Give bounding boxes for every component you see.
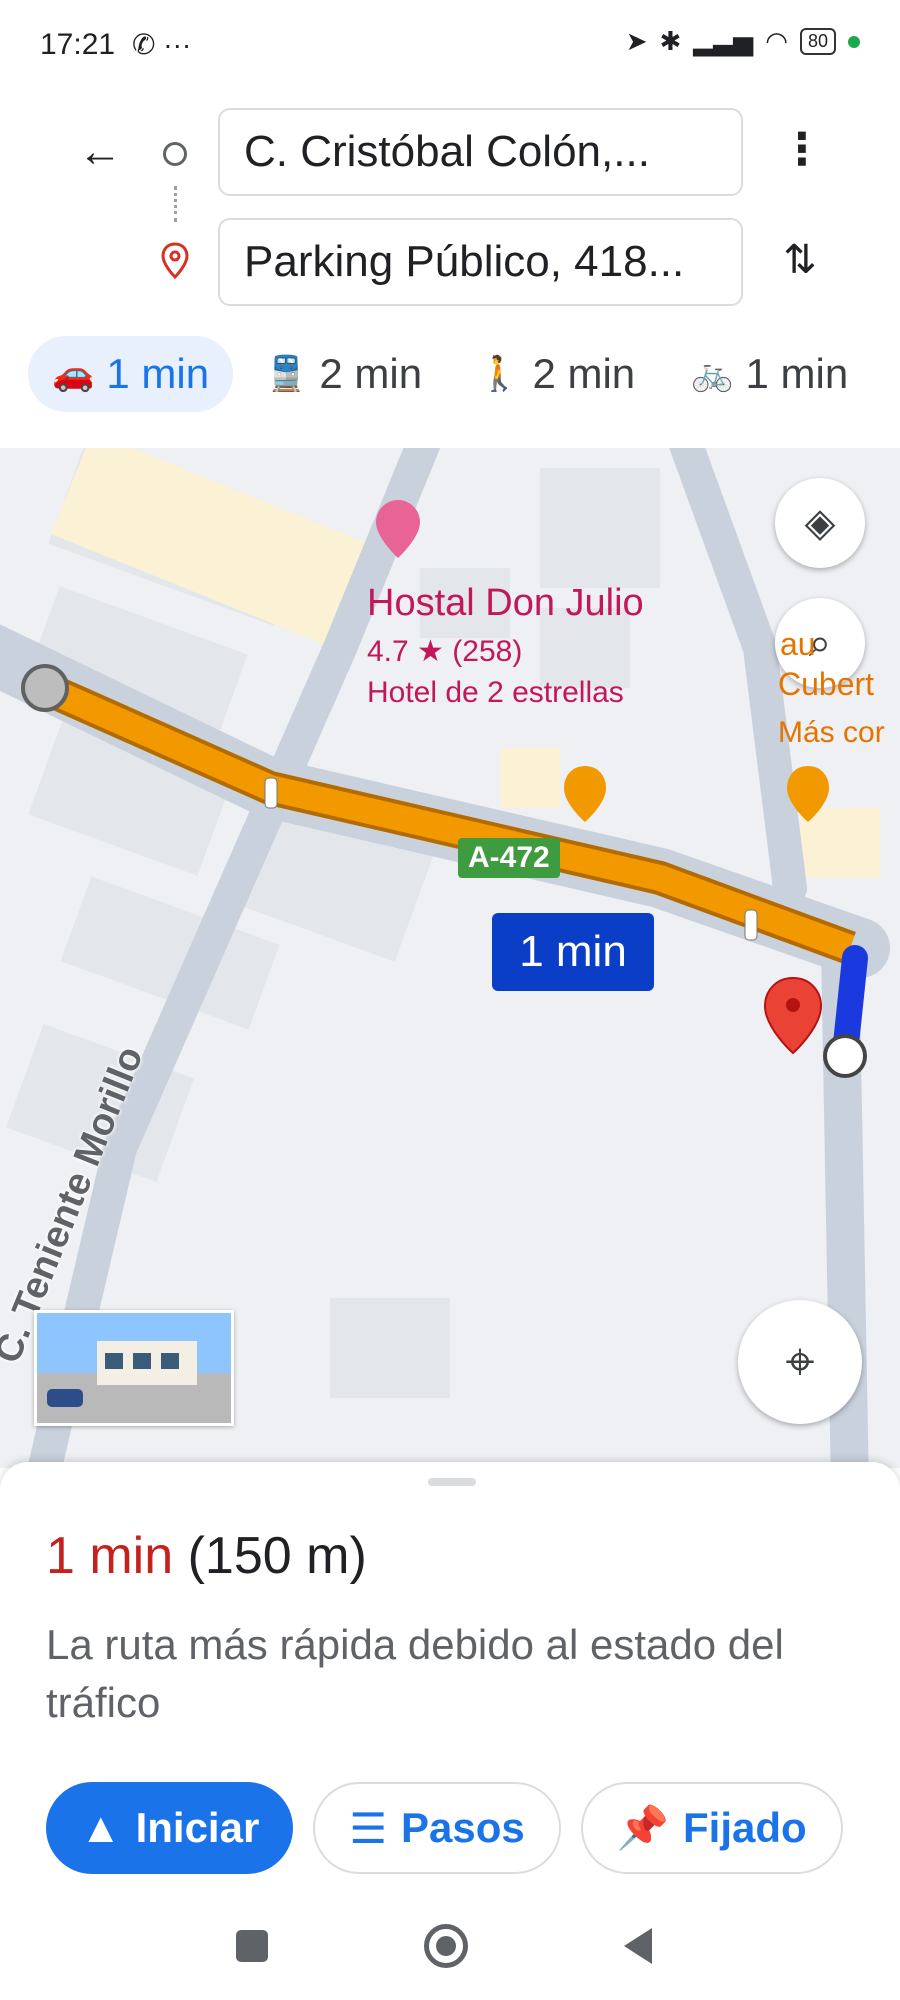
poi-category: Hotel de 2 estrellas [367,676,624,709]
poi-rating: 4.7 ★ (258) [367,635,523,668]
transit-icon: 🚆 [265,355,308,393]
bike-icon: 🚲 [691,355,734,393]
origin-circle-icon [163,142,187,166]
list-icon: ☰ [349,1804,387,1852]
back-triangle-icon[interactable] [624,1928,652,1964]
wifi-icon: ◠ [765,26,788,56]
mode-cycling[interactable]: 🚲 1 min [667,336,872,412]
pin-icon: 📌 [616,1803,670,1851]
route-time-label: 1 min [492,913,654,991]
mode-cycling-label: 1 min [745,350,849,397]
poi-name[interactable]: Hostal Don Julio [367,582,644,625]
car-icon: 🚗 [52,355,95,393]
route-connector [174,186,177,222]
origin-field[interactable]: C. Cristóbal Colón,... [218,108,743,196]
mode-transit[interactable]: 🚆 2 min [241,336,446,412]
swap-icon[interactable]: ⇅ [775,230,825,290]
start-button[interactable]: ▲ Iniciar [46,1782,294,1874]
map-view[interactable]: ◈ ⌕ Hostal Don Julio 4.7 ★ (258) Hotel d… [0,448,900,1468]
destination-pin-icon [161,242,189,280]
battery-icon: 80 [799,28,836,55]
steps-label: Pasos [400,1804,525,1851]
route-summary: 1 min (150 m) [46,1526,367,1586]
road-badge: A-472 [458,838,560,878]
pinned-label: Fijado [683,1804,807,1851]
mode-walking[interactable]: 🚶 2 min [454,336,659,412]
poi-partial-name-1[interactable]: au [780,626,816,663]
system-nav-bar [0,1902,900,2000]
back-arrow-icon[interactable]: ← [70,122,130,182]
location-icon: ➤ [625,26,648,56]
pinned-button[interactable]: 📌 Fijado [580,1782,843,1874]
route-actions: ▲ Iniciar ☰ Pasos 📌 Fijado [46,1782,843,1874]
travel-modes: 🚗 1 min 🚆 2 min 🚶 2 min 🚲 1 min [28,336,888,412]
destination-field[interactable]: Parking Público, 418... [218,218,743,306]
recents-icon[interactable] [236,1930,268,1962]
notification-icons: ✆ ··· [132,29,192,60]
poi-partial-sub: Más cor [778,716,885,749]
home-icon[interactable] [424,1924,468,1968]
status-right-icons: ➤ ✱ ▂▃▅ ◠ 80 [626,26,860,57]
street-view-image [37,1313,231,1423]
drag-handle[interactable] [428,1478,476,1486]
more-options-icon[interactable]: ⋮ [780,122,824,182]
directions-header: ← C. Cristóbal Colón,... Parking Público… [0,90,900,450]
status-bar: 17:21 ✆ ··· ➤ ✱ ▂▃▅ ◠ 80 [0,0,900,90]
signal-icon: ▂▃▅ [693,26,754,56]
bluetooth-icon: ✱ [659,26,682,56]
walk-icon: 🚶 [478,355,521,393]
route-sheet: 1 min (150 m) La ruta más rápida debido … [0,1462,900,1902]
privacy-dot-icon [848,35,860,48]
layers-icon[interactable]: ◈ [775,478,865,568]
street-view-thumbnail[interactable] [34,1310,234,1426]
route-description: La ruta más rápida debido al estado del … [46,1621,784,1726]
navigation-arrow-icon: ▲ [80,1804,122,1851]
mode-walking-label: 2 min [532,350,636,397]
start-label: Iniciar [135,1804,260,1851]
status-time: 17:21 [40,28,116,61]
my-location-icon[interactable]: ⌖ [738,1300,862,1424]
poi-partial-name-2[interactable]: Cubert [778,666,874,703]
mode-transit-label: 2 min [319,350,423,397]
summary-time: 1 min [46,1527,174,1585]
mode-driving-label: 1 min [106,350,210,397]
summary-distance: (150 m) [187,1527,367,1585]
mode-driving[interactable]: 🚗 1 min [28,336,234,412]
steps-button[interactable]: ☰ Pasos [313,1782,561,1874]
